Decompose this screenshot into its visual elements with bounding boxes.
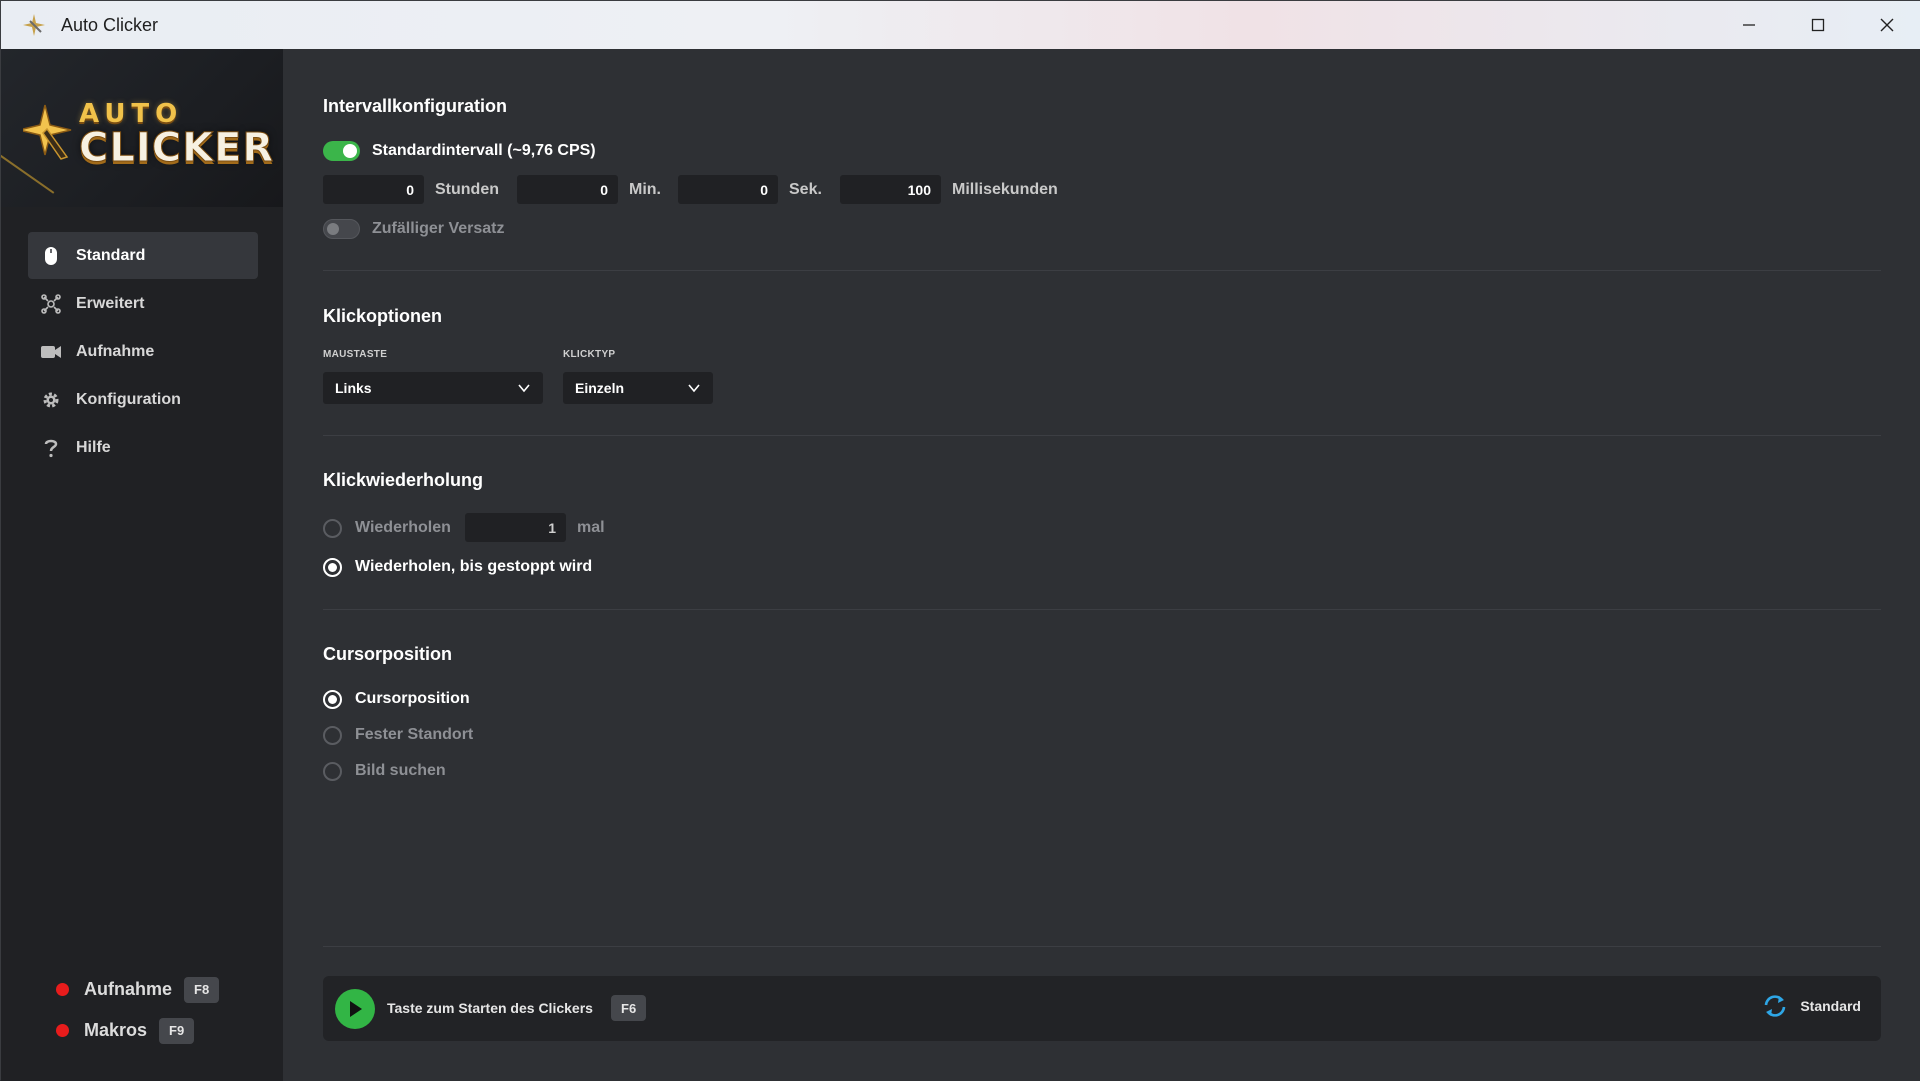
section-divider (323, 270, 1881, 271)
sidebar-nav: Standard Erweitert Aufnahme Konfiguratio… (28, 232, 258, 472)
start-bar: Taste zum Starten des Clickers F6 Standa… (323, 976, 1881, 1041)
minutes-input[interactable]: 0 (517, 175, 618, 204)
milliseconds-unit-label: Millisekunden (952, 181, 1058, 198)
minutes-unit-label: Min. (629, 181, 661, 198)
refresh-icon (1765, 995, 1786, 1017)
app-star-icon (21, 12, 47, 38)
repeat-count-label: Wiederholen (355, 519, 451, 536)
mouse-button-value: Links (335, 380, 372, 396)
random-offset-toggle[interactable] (323, 219, 360, 239)
click-type-value: Einzeln (575, 380, 625, 396)
repeat-unit-label: mal (577, 519, 605, 536)
mouse-icon (40, 245, 62, 267)
sidebar-item-aufnahme[interactable]: Aufnahme (28, 328, 258, 375)
record-dot-icon (56, 1024, 69, 1037)
cursor-fixed-radio[interactable] (323, 726, 342, 745)
advanced-icon (40, 293, 62, 315)
cursor-fixed-label: Fester Standort (355, 726, 474, 743)
cursor-current-label: Cursorposition (355, 690, 470, 707)
hours-input[interactable]: 0 (323, 175, 424, 204)
section-title-interval: Intervallkonfiguration (323, 96, 508, 116)
hotkey-record[interactable]: Aufnahme F8 (56, 969, 220, 1010)
standard-interval-toggle[interactable] (323, 141, 360, 161)
close-button[interactable] (1852, 1, 1920, 49)
click-type-caption: KLICKTYP (563, 349, 616, 360)
cursor-image-label: Bild suchen (355, 762, 446, 779)
sidebar-item-erweitert[interactable]: Erweitert (28, 280, 258, 327)
window-controls (1714, 1, 1920, 49)
repeat-count-radio[interactable] (323, 519, 342, 538)
sidebar: AUTO CLICKER Standard Erweitert Aufnahme… (1, 49, 283, 1081)
repeat-count-input[interactable]: 1 (465, 513, 566, 542)
repeat-until-stopped-radio[interactable] (323, 558, 342, 577)
cursor-current-radio[interactable] (323, 690, 342, 709)
section-divider (323, 946, 1881, 947)
app-logo: AUTO CLICKER (1, 49, 283, 207)
play-icon (350, 1001, 362, 1017)
seconds-unit-label: Sek. (789, 181, 822, 198)
hotkey-key-badge: F9 (159, 1017, 195, 1044)
chevron-down-icon (518, 384, 530, 393)
sidebar-item-label: Standard (76, 246, 146, 264)
cursor-image-radio[interactable] (323, 762, 342, 781)
reset-default-label: Standard (1800, 998, 1861, 1014)
hotkey-list: Aufnahme F8 Makros F9 (56, 969, 220, 1051)
reset-default-button[interactable]: Standard (1762, 994, 1861, 1018)
help-icon (40, 437, 62, 459)
hotkey-key-badge: F8 (184, 976, 220, 1003)
minimize-icon (1742, 24, 1755, 26)
milliseconds-input[interactable]: 100 (840, 175, 941, 204)
start-button[interactable] (335, 989, 375, 1029)
app-window: Auto Clicker AUTO CLICKER Standard Erwei… (0, 0, 1920, 1081)
sidebar-item-label: Aufnahme (76, 342, 155, 360)
click-type-select[interactable]: Einzeln (563, 372, 713, 404)
camera-icon (40, 341, 62, 363)
section-title-repeat: Klickwiederholung (323, 470, 484, 490)
gear-icon (40, 389, 62, 411)
section-divider (323, 435, 1881, 436)
sidebar-item-standard[interactable]: Standard (28, 232, 258, 279)
standard-interval-label: Standardintervall (~9,76 CPS) (372, 142, 596, 159)
section-title-cursor: Cursorposition (323, 644, 452, 664)
chevron-down-icon (688, 384, 700, 393)
random-offset-label: Zufälliger Versatz (372, 220, 505, 237)
section-title-click-options: Klickoptionen (323, 306, 443, 326)
mouse-button-caption: MAUSTASTE (323, 349, 388, 360)
logo-text-clicker: CLICKER (78, 125, 275, 172)
sidebar-item-label: Hilfe (76, 438, 111, 456)
maximize-icon (1811, 18, 1824, 32)
start-hotkey-label: Taste zum Starten des Clickers (387, 1000, 593, 1016)
title-bar: Auto Clicker (1, 1, 1920, 49)
hours-unit-label: Stunden (435, 181, 499, 198)
record-dot-icon (56, 983, 69, 996)
sidebar-item-konfiguration[interactable]: Konfiguration (28, 376, 258, 423)
close-icon (1880, 18, 1893, 32)
hotkey-label: Makros (84, 1020, 148, 1040)
logo-star-icon (23, 104, 72, 160)
hotkey-label: Aufnahme (84, 979, 173, 999)
main-panel: Intervallkonfiguration Standardintervall… (283, 49, 1920, 1081)
start-hotkey-badge: F6 (611, 995, 647, 1021)
sidebar-item-hilfe[interactable]: Hilfe (28, 424, 258, 471)
minimize-button[interactable] (1714, 1, 1783, 49)
hotkey-macros[interactable]: Makros F9 (56, 1010, 219, 1051)
section-divider (323, 609, 1881, 610)
window-title: Auto Clicker (61, 14, 159, 35)
sidebar-item-label: Konfiguration (76, 390, 181, 408)
repeat-until-stopped-label: Wiederholen, bis gestoppt wird (355, 558, 593, 575)
sidebar-item-label: Erweitert (76, 294, 145, 312)
seconds-input[interactable]: 0 (678, 175, 778, 204)
mouse-button-select[interactable]: Links (323, 372, 543, 404)
maximize-button[interactable] (1783, 1, 1852, 49)
